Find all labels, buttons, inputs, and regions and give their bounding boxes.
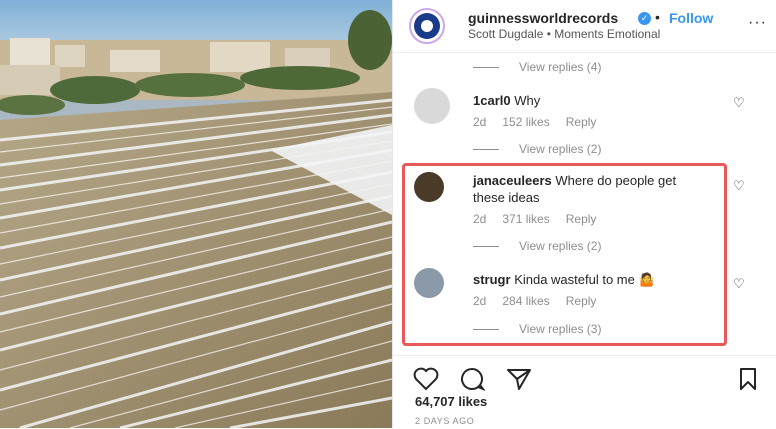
post-media-video[interactable]	[0, 0, 392, 428]
comment-meta: 2d 152 likes Reply	[473, 115, 612, 129]
comment-like-heart-icon[interactable]: ♡	[733, 276, 745, 292]
comment-body: Why	[514, 93, 541, 108]
post-actions-bar: 64,707 likes 2 DAYS AGO	[393, 355, 776, 429]
comment-likes[interactable]: 152 likes	[502, 115, 549, 129]
comment-icon[interactable]	[459, 367, 486, 397]
post-photo	[0, 0, 392, 428]
like-count[interactable]: 64,707 likes	[415, 394, 487, 409]
comment-username[interactable]: 1carl0	[473, 93, 511, 108]
view-replies-link[interactable]: View replies (2)	[473, 142, 601, 156]
bookmark-icon[interactable]	[738, 367, 758, 397]
follow-button[interactable]: Follow	[669, 10, 713, 26]
verified-badge-icon: ✓	[638, 12, 651, 25]
account-avatar[interactable]	[409, 8, 445, 44]
highlight-annotation-box	[402, 163, 727, 346]
commenter-avatar[interactable]	[414, 88, 450, 124]
more-options-icon[interactable]: ···	[748, 14, 767, 32]
view-replies-link[interactable]: View replies (4)	[473, 60, 601, 74]
comment-age: 2d	[473, 115, 487, 129]
share-icon[interactable]	[506, 367, 532, 397]
comment-like-heart-icon[interactable]: ♡	[733, 95, 745, 111]
account-username[interactable]: guinnessworldrecords	[468, 10, 618, 26]
post-header: guinnessworldrecords ✓ • Follow Scott Du…	[393, 0, 776, 53]
comment-like-heart-icon[interactable]: ♡	[733, 178, 745, 194]
header-separator: •	[655, 9, 660, 25]
comment-text: 1carl0 Why	[473, 92, 703, 109]
post-timestamp: 2 DAYS AGO	[415, 416, 475, 426]
heart-icon[interactable]	[413, 367, 439, 397]
comment-reply-button[interactable]: Reply	[566, 115, 597, 129]
audio-subtitle[interactable]: Scott Dugdale • Moments Emotional	[468, 27, 660, 41]
